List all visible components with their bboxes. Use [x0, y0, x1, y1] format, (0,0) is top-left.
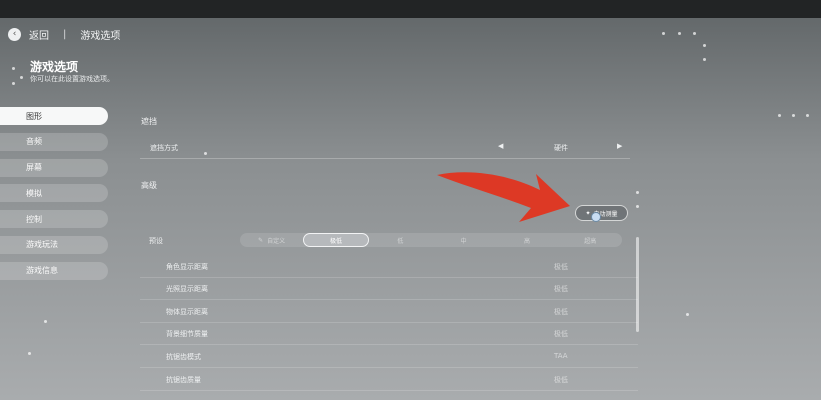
decor-dot — [204, 152, 207, 155]
decor-dot — [12, 82, 15, 85]
red-arrow-annotation — [437, 172, 570, 222]
decor-dot — [636, 191, 639, 194]
decor-dot — [678, 32, 681, 35]
decor-dot — [28, 352, 31, 355]
decor-dot — [778, 114, 781, 117]
decor-dot — [703, 44, 706, 47]
decor-dot — [792, 114, 795, 117]
decor-dot — [662, 32, 665, 35]
decor-dot — [686, 313, 689, 316]
decor-dot — [12, 67, 15, 70]
mouse-cursor-icon — [591, 212, 601, 222]
decor-dot — [693, 32, 696, 35]
decor-dot — [703, 58, 706, 61]
decor-dot — [20, 76, 23, 79]
annotation-arrow-overlay — [437, 172, 570, 222]
decor-dot — [636, 205, 639, 208]
decor-dot — [806, 114, 809, 117]
decor-dot — [44, 320, 47, 323]
